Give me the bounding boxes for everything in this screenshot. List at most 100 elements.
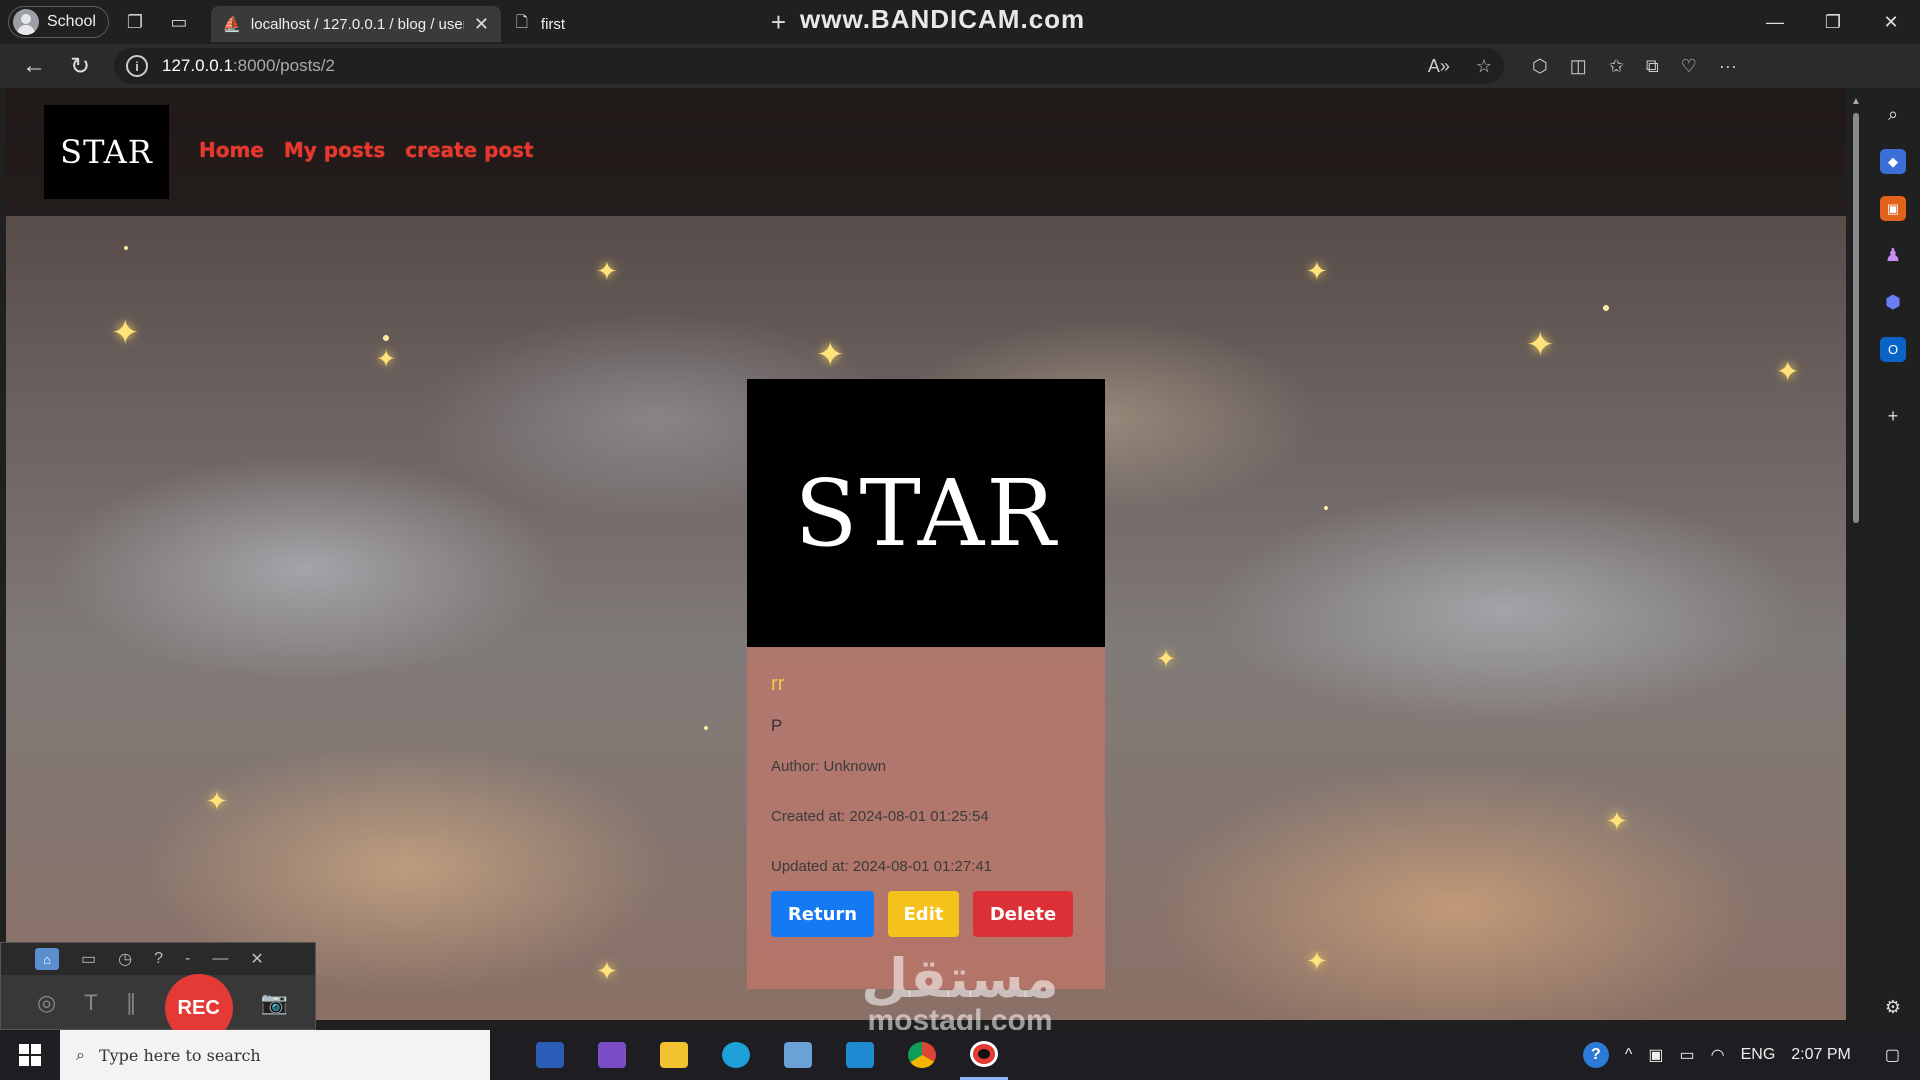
minimize-recorder-icon[interactable]: —	[212, 950, 228, 968]
page-viewport: ✦ ✦ ✦ ✦ ✦ ✦ ✦ ✦ ✦ ✦ ✦ ✦ STAR Home My pos…	[6, 88, 1846, 1020]
post-card: STAR rr P Author: Unknown Created at: 20…	[747, 379, 1105, 989]
collapse-icon[interactable]: -	[185, 950, 190, 968]
virtualbox-app-icon[interactable]	[774, 1030, 822, 1080]
visual-studio-app-icon[interactable]	[588, 1030, 636, 1080]
vscode-app-icon[interactable]	[836, 1030, 884, 1080]
site-info-icon[interactable]: i	[126, 55, 148, 77]
page-scrollbar[interactable]: ▲	[1850, 96, 1862, 1020]
recorder-controls: ◎ T ∥ REC 📷	[1, 974, 315, 1042]
sparkle-icon: ✦	[1306, 946, 1328, 976]
url-path: :8000/posts/2	[232, 56, 335, 75]
url-input[interactable]: i 127.0.0.1 :8000/posts/2 A» ☆	[114, 48, 1504, 84]
pause-icon[interactable]: ∥	[126, 990, 137, 1016]
home-icon[interactable]: ⌂	[35, 948, 59, 970]
scroll-thumb[interactable]	[1853, 113, 1859, 523]
url-actions: A» ☆	[1428, 56, 1492, 77]
window-controls: — ❐ ✕	[1746, 0, 1920, 44]
network-icon[interactable]: ▣	[1648, 1045, 1663, 1065]
screenshot-camera-icon[interactable]: 📷	[261, 990, 288, 1016]
outlook-icon[interactable]: O	[1880, 337, 1906, 362]
delete-button[interactable]: Delete	[973, 891, 1073, 937]
shopping-tag-icon[interactable]: ◆	[1880, 149, 1906, 174]
edge-app-icon[interactable]	[712, 1030, 760, 1080]
back-icon[interactable]: ←	[14, 48, 54, 84]
sparkle-icon: ✦	[111, 314, 140, 352]
text-icon[interactable]: T	[84, 990, 97, 1016]
tab-actions-icon[interactable]: ▭	[161, 4, 197, 40]
tab-title: first	[540, 15, 566, 33]
split-screen-icon[interactable]: ◫	[1570, 56, 1587, 77]
games-icon[interactable]: ♟	[1880, 243, 1906, 268]
nav-home-link[interactable]: Home	[199, 138, 264, 162]
sparkle-icon: ✦	[1156, 646, 1177, 673]
close-recorder-icon[interactable]: ✕	[250, 949, 263, 969]
add-sidebar-app-icon[interactable]: +	[1880, 404, 1906, 429]
clock[interactable]: 2:07 PM	[1791, 1046, 1851, 1064]
folder-icon[interactable]: ▭	[81, 949, 96, 969]
sparkle-icon: ✦	[1606, 806, 1628, 836]
post-created-at: Created at: 2024-08-01 01:25:54	[771, 808, 989, 825]
taskbar-apps	[526, 1030, 1008, 1080]
microsoft-365-icon[interactable]: ⬢	[1880, 290, 1906, 315]
favorites-icon[interactable]: ✩	[1609, 56, 1624, 77]
help-icon[interactable]: ?	[154, 950, 163, 968]
webcam-icon[interactable]: ◎	[37, 990, 56, 1016]
nav-create-post-link[interactable]: create post	[405, 138, 533, 162]
close-window-icon[interactable]: ✕	[1862, 0, 1920, 44]
start-button[interactable]	[0, 1030, 60, 1080]
collections-icon[interactable]: ⧉	[1646, 56, 1659, 77]
minimize-icon[interactable]: —	[1746, 0, 1804, 44]
post-image: STAR	[747, 379, 1105, 647]
recorder-toolbar: ⌂ ▭ ◷ ? - — ✕	[1, 943, 315, 975]
extensions-icon[interactable]: ⬡	[1532, 56, 1548, 77]
windows-taskbar: ⌕ Type here to search ? ^ ▣ ▭ ◠ ENG 2:07…	[0, 1030, 1920, 1080]
search-icon: ⌕	[76, 1045, 85, 1064]
search-icon[interactable]: ⌕	[1880, 102, 1906, 127]
restore-icon[interactable]: ❐	[1804, 0, 1862, 44]
more-menu-icon[interactable]: ···	[1719, 56, 1737, 77]
chevron-up-icon[interactable]: ^	[1625, 1046, 1633, 1064]
refresh-icon[interactable]: ↻	[60, 48, 100, 84]
profile-label: School	[47, 13, 96, 30]
language-indicator[interactable]: ENG	[1741, 1046, 1776, 1064]
tab-phpmyadmin[interactable]: ⛵ localhost / 127.0.0.1 / blog / user ✕	[210, 6, 501, 42]
taskbar-search[interactable]: ⌕ Type here to search	[60, 1030, 490, 1080]
file-explorer-app-icon[interactable]	[650, 1030, 698, 1080]
favorite-star-icon[interactable]: ☆	[1476, 56, 1492, 77]
notifications-icon[interactable]: ▢	[1885, 1045, 1900, 1065]
word-app-icon[interactable]	[526, 1030, 574, 1080]
return-button[interactable]: Return	[771, 891, 874, 937]
bandicam-watermark: www.BANDICAM.com	[800, 4, 1086, 34]
page-icon: 🗋	[515, 13, 528, 31]
profile-button[interactable]: School	[8, 6, 109, 38]
close-tab-icon[interactable]: ✕	[474, 14, 489, 35]
search-placeholder: Type here to search	[98, 1045, 261, 1065]
chrome-app-icon[interactable]	[898, 1030, 946, 1080]
windows-logo-icon	[19, 1044, 41, 1066]
wifi-icon[interactable]: ◠	[1711, 1045, 1725, 1065]
site-logo[interactable]: STAR	[44, 105, 169, 199]
timer-icon[interactable]: ◷	[118, 949, 132, 969]
bandicam-app-icon[interactable]	[960, 1030, 1008, 1080]
phpmyadmin-icon: ⛵	[222, 16, 242, 33]
sparkle-icon: ✦	[206, 786, 228, 816]
settings-gear-icon[interactable]: ⚙	[1880, 995, 1906, 1020]
edit-button[interactable]: Edit	[888, 891, 959, 937]
browser-essentials-icon[interactable]: ♡	[1681, 56, 1697, 77]
help-icon[interactable]: ?	[1582, 1042, 1609, 1068]
read-aloud-icon[interactable]: A»	[1428, 56, 1450, 77]
nav-my-posts-link[interactable]: My posts	[284, 138, 385, 162]
sparkle-icon: ✦	[596, 256, 618, 286]
workspaces-icon[interactable]: ❐	[117, 4, 153, 40]
post-title: rr	[771, 673, 785, 695]
watermark-arabic: مستقل	[861, 947, 1059, 1010]
battery-icon[interactable]: ▭	[1680, 1045, 1695, 1065]
bandicam-recorder-panel: ⌂ ▭ ◷ ? - — ✕ ◎ T ∥ REC 📷	[0, 942, 316, 1042]
address-bar-row: ← ↻ i 127.0.0.1 :8000/posts/2 A» ☆ ⬡ ◫ ✩…	[0, 44, 1920, 124]
scroll-up-icon[interactable]: ▲	[1850, 96, 1862, 107]
site-nav: Home My posts create post	[199, 138, 534, 162]
sparkle-icon: ✦	[1526, 326, 1555, 364]
new-tab-icon[interactable]: +	[771, 7, 786, 38]
tab-first[interactable]: 🗋 first	[501, 6, 761, 42]
tools-briefcase-icon[interactable]: ▣	[1880, 196, 1906, 221]
